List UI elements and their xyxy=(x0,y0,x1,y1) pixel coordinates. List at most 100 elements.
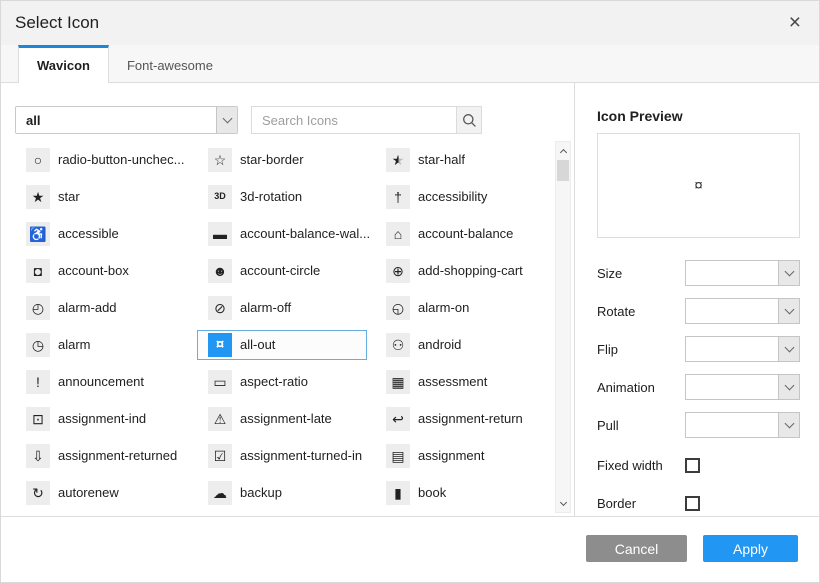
scroll-down-icon[interactable] xyxy=(556,496,570,511)
icon-item-label: radio-button-unchec... xyxy=(58,152,184,167)
tab-wavicon[interactable]: Wavicon xyxy=(18,45,109,83)
icon-item-assignment-return[interactable]: ↩assignment-return xyxy=(375,404,543,434)
icon-item-label: alarm xyxy=(58,337,91,352)
icon-item-account-balance-wallet[interactable]: ▬account-balance-wal... xyxy=(197,219,375,249)
icon-item-account-box[interactable]: ◘account-box xyxy=(15,256,197,286)
checkbox-label-fixed-width: Fixed width xyxy=(597,458,685,473)
icon-item-star-half[interactable]: ★star-half xyxy=(375,145,543,175)
dialog-body: all ○radio-button-unchec...☆star-border★… xyxy=(1,83,819,518)
icon-item-all-out[interactable]: ¤ all-out xyxy=(197,330,367,360)
icon-item-account-balance[interactable]: ⌂ account-balance xyxy=(375,219,543,249)
chevron-down-icon xyxy=(778,261,799,285)
icon-item-star-border[interactable]: ☆star-border xyxy=(197,145,375,175)
icon-item-alarm-off[interactable]: ⊘alarm-off xyxy=(197,293,375,323)
border-checkbox[interactable] xyxy=(685,496,700,511)
size-select[interactable] xyxy=(685,260,800,286)
chevron-down-icon xyxy=(778,299,799,323)
icon-item-accessible[interactable]: ♿accessible xyxy=(15,219,197,249)
search-button[interactable] xyxy=(456,106,482,134)
scroll-up-icon[interactable] xyxy=(556,143,570,158)
search-input[interactable] xyxy=(251,106,456,134)
preview-box: ¤ xyxy=(597,133,800,238)
account-box-icon: ◘ xyxy=(26,259,50,283)
close-icon[interactable]: × xyxy=(785,10,805,35)
form-row-rotate: Rotate xyxy=(597,298,800,324)
apply-button[interactable]: Apply xyxy=(703,535,798,562)
all-out-icon: ¤ xyxy=(208,333,232,357)
assessment-icon: ▦ xyxy=(386,370,410,394)
checkbox-label-border: Border xyxy=(597,496,685,511)
icon-item-add-shopping-cart[interactable]: ⊕add-shopping-cart xyxy=(375,256,543,286)
icon-item-account-circle[interactable]: ☻account-circle xyxy=(197,256,375,286)
icon-item-assignment-ind[interactable]: ⊡assignment-ind xyxy=(15,404,197,434)
icon-item-accessibility[interactable]: †accessibility xyxy=(375,182,543,212)
icon-item-assignment-returned[interactable]: ⇩assignment-returned xyxy=(15,441,197,471)
icon-item-assignment-late[interactable]: ⚠assignment-late xyxy=(197,404,375,434)
announcement-icon: ! xyxy=(26,370,50,394)
icon-item-autorenew[interactable]: ↻ autorenew xyxy=(15,478,197,508)
icon-item-assignment-turned-in[interactable]: ☑assignment-turned-in xyxy=(197,441,375,471)
form-row-fixed-width: Fixed width xyxy=(597,452,800,478)
form-row-pull: Pull xyxy=(597,412,800,438)
field-label-flip: Flip xyxy=(597,342,685,357)
icon-item-3d-rotation[interactable]: 3D 3d-rotation xyxy=(197,182,375,212)
category-select[interactable]: all xyxy=(15,106,238,134)
assignment-return-icon: ↩ xyxy=(386,407,410,431)
icon-item-label: account-circle xyxy=(240,263,320,278)
rotate-select[interactable] xyxy=(685,298,800,324)
icon-item-backup[interactable]: ☁backup xyxy=(197,478,375,508)
icon-item-label: accessibility xyxy=(418,189,487,204)
flip-select[interactable] xyxy=(685,336,800,362)
field-label-size: Size xyxy=(597,266,685,281)
add-shopping-cart-icon: ⊕ xyxy=(386,259,410,283)
account-balance-icon: ⌂ xyxy=(386,222,410,246)
icon-item-alarm[interactable]: ◷alarm xyxy=(15,330,197,360)
icon-item-alarm-add[interactable]: ◴alarm-add xyxy=(15,293,197,323)
icon-item-label: android xyxy=(418,337,461,352)
icon-item-radio-button-unchecked[interactable]: ○radio-button-unchec... xyxy=(15,145,197,175)
assignment-returned-icon: ⇩ xyxy=(26,444,50,468)
icon-item-label: account-balance-wal... xyxy=(240,226,370,241)
chevron-down-icon xyxy=(778,413,799,437)
form-row-flip: Flip xyxy=(597,336,800,362)
scrollbar[interactable] xyxy=(555,141,571,513)
fixed-width-checkbox[interactable] xyxy=(685,458,700,473)
scrollbar-thumb[interactable] xyxy=(557,160,569,181)
icon-item-book[interactable]: ▮book xyxy=(375,478,543,508)
3d-rotation-icon: 3D xyxy=(208,185,232,209)
icon-item-label: assignment xyxy=(418,448,484,463)
icon-item-label: alarm-on xyxy=(418,300,469,315)
icon-item-alarm-on[interactable]: ◵alarm-on xyxy=(375,293,543,323)
animation-select[interactable] xyxy=(685,374,800,400)
icon-item-label: autorenew xyxy=(58,485,119,500)
icon-item-label: account-balance xyxy=(418,226,513,241)
cancel-button[interactable]: Cancel xyxy=(586,535,687,562)
icon-item-label: accessible xyxy=(58,226,119,241)
tab-font-awesome[interactable]: Font-awesome xyxy=(109,45,231,82)
field-label-pull: Pull xyxy=(597,418,685,433)
assignment-icon: ▤ xyxy=(386,444,410,468)
preview-title: Icon Preview xyxy=(597,108,799,124)
icon-item-star[interactable]: ★star xyxy=(15,182,197,212)
dialog-title: Select Icon xyxy=(15,13,99,33)
icon-item-label: alarm-add xyxy=(58,300,117,315)
chevron-down-icon xyxy=(216,107,237,133)
backup-icon: ☁ xyxy=(208,481,232,505)
icon-item-label: aspect-ratio xyxy=(240,374,308,389)
assignment-ind-icon: ⊡ xyxy=(26,407,50,431)
form-row-size: Size xyxy=(597,260,800,286)
dialog-footer: Cancel Apply xyxy=(1,516,819,582)
icon-item-aspect-ratio[interactable]: ▭aspect-ratio xyxy=(197,367,375,397)
icon-item-assignment[interactable]: ▤ assignment xyxy=(375,441,543,471)
icon-item-label: 3d-rotation xyxy=(240,189,302,204)
icon-item-announcement[interactable]: !announcement xyxy=(15,367,197,397)
filter-controls: all xyxy=(15,106,574,134)
icon-item-android[interactable]: ⚇android xyxy=(375,330,543,360)
pull-select[interactable] xyxy=(685,412,800,438)
icon-item-assessment[interactable]: ▦assessment xyxy=(375,367,543,397)
star-icon: ★ xyxy=(26,185,50,209)
field-label-rotate: Rotate xyxy=(597,304,685,319)
autorenew-icon: ↻ xyxy=(26,481,50,505)
icon-item-label: all-out xyxy=(240,337,275,352)
form-row-border: Border xyxy=(597,490,800,516)
